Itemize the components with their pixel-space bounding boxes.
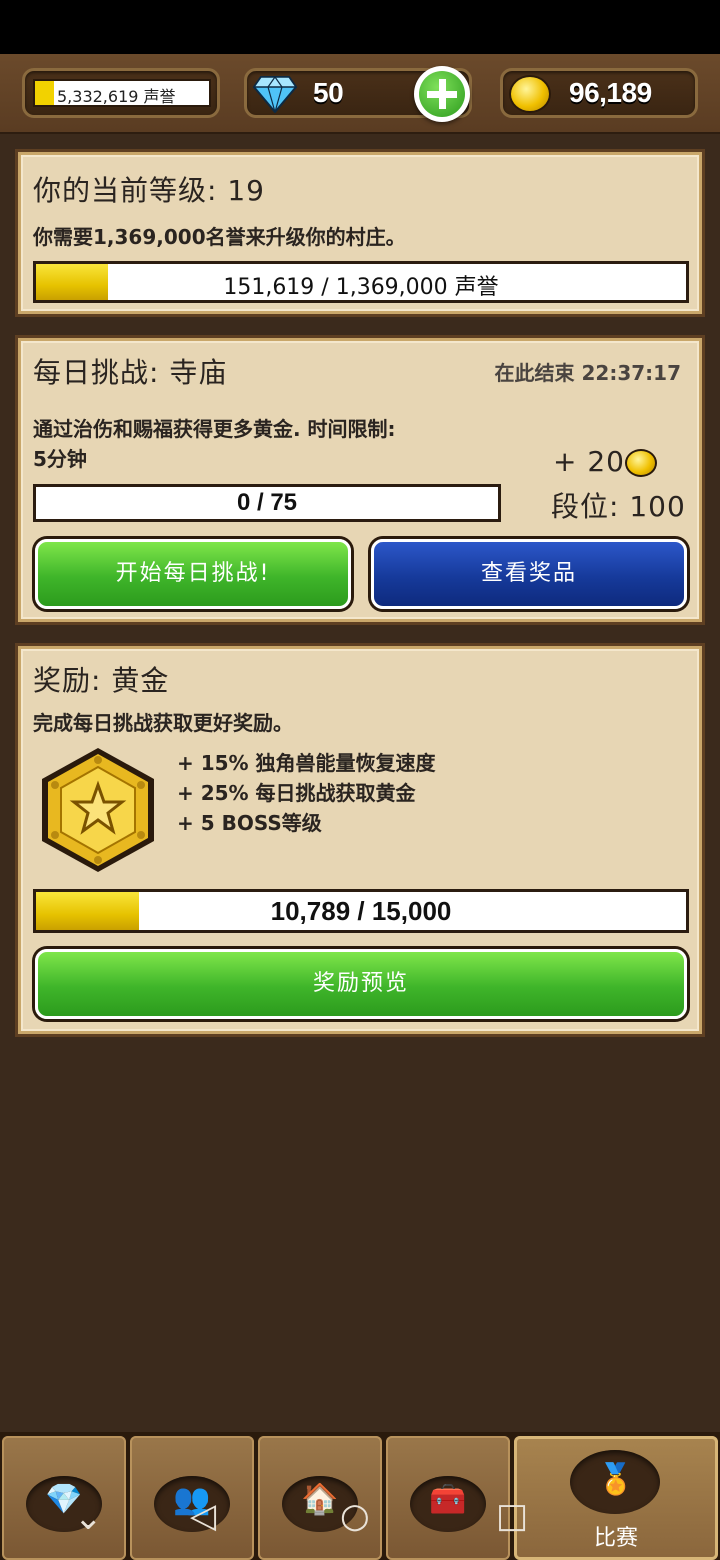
reward-subtitle: 完成每日挑战获取更好奖励。 [33, 711, 293, 735]
tab-chest[interactable]: 🧰 [386, 1436, 510, 1560]
bonus-item: + 5 BOSS等级 [177, 811, 322, 835]
plus-icon [419, 71, 465, 117]
fame-progress-fill [35, 81, 55, 105]
level-title: 你的当前等级: 19 [33, 174, 265, 207]
gold-badge-icon [42, 748, 154, 872]
level-panel: 你的当前等级: 19 你需要1,369,000名誉来升级你的村庄。 151,61… [18, 152, 702, 314]
challenge-timer: 在此结束 22:37:17 [494, 361, 681, 385]
gold-count: 96,189 [569, 77, 652, 108]
challenge-reward-amount: + 20 [553, 445, 625, 478]
reward-progress-bar: 10,789 / 15,000 [33, 889, 689, 933]
gold-coin-icon [625, 449, 657, 477]
start-daily-challenge-button[interactable]: 开始每日挑战! [35, 539, 351, 609]
bonus-item: + 25% 每日挑战获取黄金 [177, 781, 416, 805]
resource-bar: 5,332,619 声誉 50 96,189 [0, 54, 720, 134]
recents-icon[interactable]: □ [496, 1496, 528, 1536]
add-gems-button[interactable] [414, 66, 470, 122]
tab-contest[interactable]: 🏅 比赛 [514, 1436, 718, 1560]
reward-panel: 奖励: 黄金 完成每日挑战获取更好奖励。 + 15% 独角兽能量恢复速度 + 2… [18, 646, 702, 1034]
level-progress-text: 151,619 / 1,369,000 声誉 [223, 275, 499, 300]
bottom-nav: 💎 👥 🏠 🧰 🏅 比赛 ⌄ ◁ ○ □ [0, 1432, 720, 1560]
fame-pill[interactable]: 5,332,619 声誉 [22, 68, 220, 118]
gold-coin-icon [509, 75, 551, 113]
medal-icon: 🏅 [597, 1462, 635, 1497]
gem-icon: 💎 [45, 1482, 83, 1517]
fame-progress: 5,332,619 声誉 [33, 79, 211, 107]
bonus-item: + 15% 独角兽能量恢复速度 [177, 751, 436, 775]
back-icon[interactable]: ◁ [190, 1496, 216, 1536]
daily-challenge-panel: 每日挑战: 寺庙 在此结束 22:37:17 通过治伤和赐福获得更多黄金. 时间… [18, 338, 702, 622]
fame-text: 5,332,619 声誉 [57, 87, 176, 106]
view-prizes-button[interactable]: 查看奖品 [371, 539, 687, 609]
challenge-progress-bar: 0 / 75 [33, 484, 501, 522]
reward-title: 奖励: 黄金 [33, 664, 170, 697]
challenge-description-line1: 通过治伤和赐福获得更多黄金. 时间限制: [33, 417, 396, 441]
status-bar [0, 0, 720, 54]
reward-progress-text: 10,789 / 15,000 [270, 896, 452, 926]
chevron-down-icon[interactable]: ⌄ [74, 1498, 103, 1538]
challenge-rank: 段位: 100 [551, 490, 686, 523]
tab-contest-label: 比赛 [593, 1526, 638, 1551]
gold-pill[interactable]: 96,189 [500, 68, 698, 118]
tab-gems[interactable]: 💎 [2, 1436, 126, 1560]
gems-count: 50 [313, 77, 344, 108]
challenge-progress-text: 0 / 75 [236, 489, 298, 516]
chest-icon: 🧰 [429, 1482, 467, 1517]
gem-icon [253, 76, 297, 113]
home-icon[interactable]: ○ [340, 1496, 370, 1536]
challenge-description-line2: 5分钟 [33, 447, 87, 471]
level-subtitle: 你需要1,369,000名誉来升级你的村庄。 [33, 225, 406, 249]
challenge-title: 每日挑战: 寺庙 [33, 356, 228, 389]
reward-preview-button[interactable]: 奖励预览 [35, 949, 687, 1019]
level-progress-bar: 151,619 / 1,369,000 声誉 [33, 261, 689, 303]
